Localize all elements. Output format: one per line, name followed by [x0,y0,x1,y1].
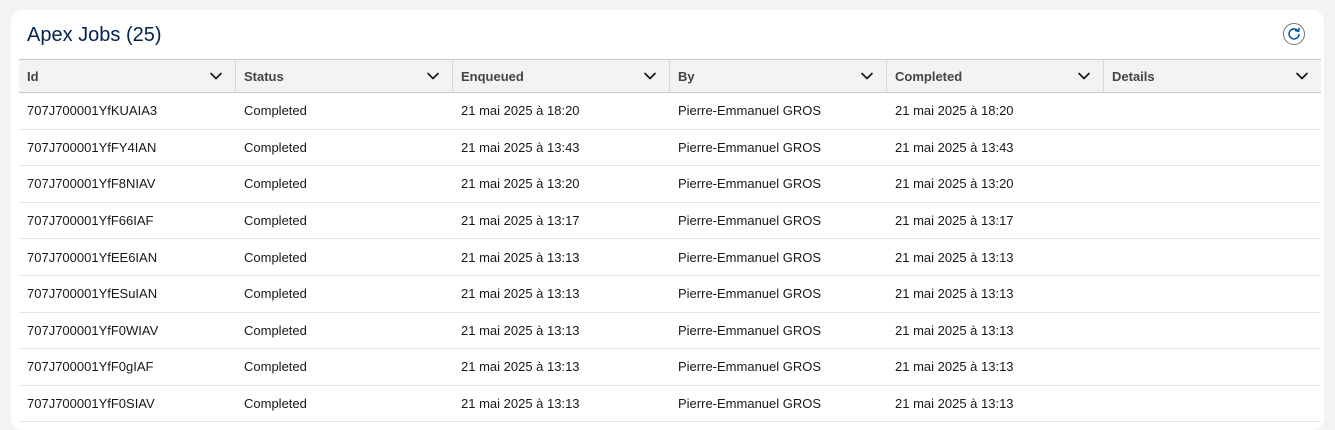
cell-completed: 21 mai 2025 à 18:20 [895,103,1014,119]
cell-id: 707J700001YfESuIAN [27,286,158,302]
cell-details [1104,349,1321,385]
cell-by: Pierre-Emmanuel GROS [678,139,822,155]
refresh-button[interactable] [1283,23,1305,45]
cell-status: Completed [244,286,307,302]
card-title: Apex Jobs (25) [27,24,162,46]
cell-details [1104,239,1321,275]
cell-enqueued: 21 mai 2025 à 13:13 [461,249,580,265]
table-row: 707J700001YfF0SIAV Completed 21 mai 2025… [19,386,1321,423]
chevron-down-icon[interactable] [209,71,223,81]
cell-details [1104,166,1321,202]
table-row: 707J700001YfF66IAF Completed 21 mai 2025… [19,203,1321,240]
cell-by: Pierre-Emmanuel GROS [678,213,822,229]
chevron-down-icon[interactable] [643,71,657,81]
cell-completed: 21 mai 2025 à 13:13 [895,322,1014,338]
chevron-down-icon[interactable] [860,71,874,81]
cell-id: 707J700001YfF66IAF [27,213,154,229]
cell-status: Completed [244,396,307,412]
refresh-icon [1288,27,1300,40]
table-row: 707J700001YfEE6IAN Completed 21 mai 2025… [19,239,1321,276]
table-row: 707J700001YfF0gIAF Completed 21 mai 2025… [19,349,1321,386]
cell-by: Pierre-Emmanuel GROS [678,286,822,302]
cell-enqueued: 21 mai 2025 à 13:13 [461,396,580,412]
cell-completed: 21 mai 2025 à 13:17 [895,213,1014,229]
cell-status: Completed [244,103,307,119]
cell-by: Pierre-Emmanuel GROS [678,396,822,412]
cell-id: 707J700001YfF0SIAV [27,396,155,412]
cell-status: Completed [244,176,307,192]
cell-status: Completed [244,322,307,338]
cell-details [1104,93,1321,129]
cell-completed: 21 mai 2025 à 13:13 [895,359,1014,375]
cell-details [1104,313,1321,349]
apex-jobs-card: Apex Jobs (25) Id Status Enqueued By Com… [11,10,1324,430]
table-row: 707J700001YfESuIAN Completed 21 mai 2025… [19,276,1321,313]
table-row: 707J700001YfKUAIA3 Completed 21 mai 2025… [19,93,1321,130]
cell-details [1104,386,1321,422]
column-header-completed[interactable]: Completed [887,60,1104,92]
column-header-label: Id [27,68,39,84]
cell-id: 707J700001YfF8NIAV [27,176,156,192]
cell-enqueued: 21 mai 2025 à 13:13 [461,359,580,375]
table-header: Id Status Enqueued By Completed Details [19,59,1321,93]
cell-enqueued: 21 mai 2025 à 18:20 [461,103,580,119]
column-header-label: Completed [895,68,963,84]
column-header-label: Details [1112,68,1155,84]
cell-status: Completed [244,213,307,229]
chevron-down-icon[interactable] [426,71,440,81]
column-header-label: Enqueued [461,68,524,84]
cell-details [1104,203,1321,239]
column-header-status[interactable]: Status [236,60,453,92]
column-header-label: By [678,68,695,84]
cell-by: Pierre-Emmanuel GROS [678,103,822,119]
cell-status: Completed [244,139,307,155]
cell-status: Completed [244,249,307,265]
cell-enqueued: 21 mai 2025 à 13:17 [461,213,580,229]
cell-completed: 21 mai 2025 à 13:13 [895,286,1014,302]
cell-by: Pierre-Emmanuel GROS [678,359,822,375]
cell-by: Pierre-Emmanuel GROS [678,176,822,192]
cell-status: Completed [244,359,307,375]
cell-completed: 21 mai 2025 à 13:13 [895,249,1014,265]
cell-completed: 21 mai 2025 à 13:43 [895,139,1014,155]
cell-id: 707J700001YfFY4IAN [27,139,157,155]
cell-by: Pierre-Emmanuel GROS [678,249,822,265]
table-row: 707J700001YfF8NIAV Completed 21 mai 2025… [19,166,1321,203]
column-header-details[interactable]: Details [1104,60,1321,92]
column-header-id[interactable]: Id [19,60,236,92]
chevron-down-icon[interactable] [1295,71,1309,81]
card-header: Apex Jobs (25) [11,10,1324,60]
apex-jobs-table: Id Status Enqueued By Completed Details [19,59,1321,423]
cell-enqueued: 21 mai 2025 à 13:13 [461,286,580,302]
cell-enqueued: 21 mai 2025 à 13:43 [461,139,580,155]
cell-completed: 21 mai 2025 à 13:13 [895,396,1014,412]
column-header-label: Status [244,68,284,84]
table-row: 707J700001YfFY4IAN Completed 21 mai 2025… [19,130,1321,167]
cell-id: 707J700001YfEE6IAN [27,249,158,265]
table-row: 707J700001YfF0WIAV Completed 21 mai 2025… [19,313,1321,350]
cell-id: 707J700001YfKUAIA3 [27,103,158,119]
cell-enqueued: 21 mai 2025 à 13:13 [461,322,580,338]
cell-completed: 21 mai 2025 à 13:20 [895,176,1014,192]
cell-details [1104,130,1321,166]
cell-id: 707J700001YfF0WIAV [27,322,159,338]
cell-by: Pierre-Emmanuel GROS [678,322,822,338]
cell-details [1104,276,1321,312]
column-header-by[interactable]: By [670,60,887,92]
chevron-down-icon[interactable] [1077,71,1091,81]
cell-id: 707J700001YfF0gIAF [27,359,154,375]
column-header-enqueued[interactable]: Enqueued [453,60,670,92]
cell-enqueued: 21 mai 2025 à 13:20 [461,176,580,192]
